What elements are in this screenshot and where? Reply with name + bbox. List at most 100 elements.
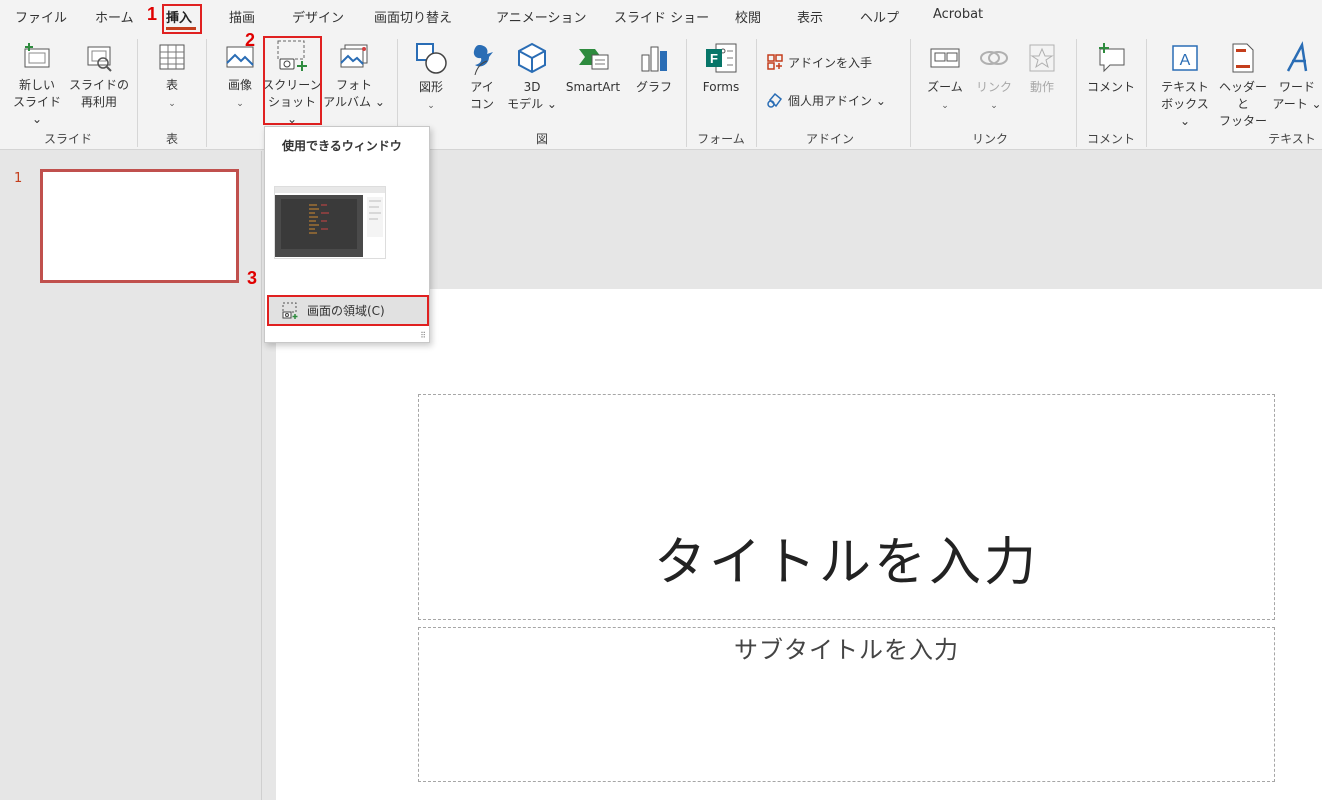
ribbon-separator [1146, 39, 1147, 147]
available-window-thumbnail[interactable] [274, 186, 386, 259]
photo-album-icon [340, 44, 368, 68]
reuse-slides-button[interactable]: スライドの 再利用 [68, 41, 130, 111]
pictures-button[interactable]: 画像 ⌄ [218, 41, 262, 113]
wordart-button[interactable]: ワード アート ⌄ [1272, 41, 1322, 113]
cube-icon [518, 42, 546, 74]
table-icon [159, 44, 185, 70]
header-footer-label-1: ヘッダーと [1218, 80, 1267, 111]
chevron-down-icon: ⌄ [427, 101, 435, 111]
textbox-label-1: テキスト [1161, 80, 1209, 94]
tab-draw[interactable]: 描画 [229, 7, 255, 26]
table-label: 表 [165, 78, 178, 92]
shapes-icon [416, 43, 447, 74]
svg-text:A: A [1180, 52, 1191, 69]
step-1-highlight [162, 4, 202, 34]
pictures-label: 画像 [227, 78, 252, 92]
addins-icon [767, 92, 783, 108]
tab-review[interactable]: 校閲 [735, 7, 761, 26]
ribbon-separator [1076, 39, 1077, 147]
photo-album-label-1: フォト [335, 78, 372, 92]
ribbon-separator [206, 39, 207, 147]
3d-models-button[interactable]: 3D モデル ⌄ [506, 41, 558, 113]
slide-canvas: タイトルを入力 サブタイトルを入力 [276, 289, 1322, 800]
icons-label-2: コン [469, 97, 494, 111]
group-label-text: テキスト [1268, 132, 1316, 146]
header-footer-icon [1232, 43, 1254, 73]
header-footer-button[interactable]: ヘッダーと フッター [1214, 41, 1272, 130]
tab-help[interactable]: ヘルプ [860, 7, 899, 26]
tab-animations[interactable]: アニメーション [496, 7, 586, 26]
bar-chart-icon [641, 46, 667, 72]
my-addins-button[interactable]: 個人用アドイン ⌄ [766, 91, 886, 109]
forms-label: Forms [702, 80, 740, 94]
reuse-slides-label-2: 再利用 [80, 95, 117, 109]
store-icon [767, 54, 783, 70]
new-slide-button[interactable]: 新しい スライド ⌄ [8, 41, 66, 128]
title-placeholder[interactable]: タイトルを入力 [418, 394, 1275, 620]
forms-button[interactable]: F Forms [694, 41, 748, 96]
tab-acrobat[interactable]: Acrobat [933, 7, 983, 22]
step-2-marker: 2 [245, 30, 256, 50]
icons-icon [473, 45, 493, 75]
3d-models-label-2: モデル ⌄ [507, 97, 557, 111]
svg-text:F: F [710, 51, 718, 66]
reuse-slides-label-1: スライドの [68, 78, 129, 92]
screen-clipping-menu-item[interactable]: 画面の領域(C) [267, 295, 429, 326]
slide-thumbnail-pane: 1 [0, 151, 262, 800]
chart-label: グラフ [635, 80, 672, 94]
get-addins-label: アドインを入手 [788, 55, 873, 70]
link-label: リンク [975, 80, 1012, 94]
forms-icon: F [706, 43, 737, 73]
slide-number: 1 [14, 171, 23, 186]
wordart-label-2: アート ⌄ [1272, 97, 1322, 111]
chevron-down-icon: ⌄ [941, 101, 949, 111]
chart-button[interactable]: グラフ [632, 41, 676, 96]
textbox-label-2: ボックス ⌄ [1161, 97, 1209, 128]
get-addins-button[interactable]: アドインを入手 [766, 53, 872, 71]
action-label: 動作 [1029, 80, 1054, 94]
action-button[interactable]: 動作 [1020, 41, 1064, 96]
group-label-forms: フォーム [697, 132, 745, 146]
resize-grip-icon[interactable]: ⠿ [420, 331, 426, 340]
subtitle-placeholder[interactable]: サブタイトルを入力 [418, 627, 1275, 782]
tab-slideshow[interactable]: スライド ショー [614, 7, 709, 26]
link-button[interactable]: リンク ⌄ [972, 41, 1016, 115]
icons-label-1: アイ [470, 80, 494, 94]
my-addins-label: 個人用アドイン ⌄ [788, 93, 886, 108]
chevron-down-icon: ⌄ [990, 101, 998, 111]
new-slide-label-2: スライド ⌄ [12, 95, 61, 126]
photo-album-button[interactable]: フォト アルバム ⌄ [322, 41, 386, 111]
tab-view[interactable]: 表示 [797, 7, 823, 26]
group-label-slides: スライド [43, 132, 92, 146]
zoom-button[interactable]: ズーム ⌄ [920, 41, 970, 115]
textbox-button[interactable]: A テキスト ボックス ⌄ [1156, 41, 1214, 130]
screen-clipping-label: 画面の領域(C) [307, 304, 385, 318]
tab-design[interactable]: デザイン [292, 7, 344, 26]
link-icon [980, 51, 1008, 65]
header-footer-label-2: フッター [1218, 114, 1267, 128]
group-label-links: リンク [971, 132, 1008, 146]
smartart-icon [579, 49, 609, 70]
group-label-comments: コメント [1086, 132, 1135, 146]
icons-button[interactable]: アイ コン [460, 41, 504, 113]
comment-button[interactable]: コメント [1084, 41, 1138, 96]
ribbon-separator [910, 39, 911, 147]
ribbon-separator [756, 39, 757, 147]
slide-thumbnail[interactable] [40, 169, 239, 283]
subtitle-placeholder-text: サブタイトルを入力 [734, 636, 959, 664]
comment-label: コメント [1086, 80, 1135, 94]
tab-home[interactable]: ホーム [95, 7, 134, 26]
zoom-label: ズーム [927, 80, 963, 94]
table-button[interactable]: 表 ⌄ [150, 41, 194, 113]
smartart-button[interactable]: SmartArt [560, 41, 626, 96]
shapes-label: 図形 [418, 80, 443, 94]
shapes-button[interactable]: 図形 ⌄ [408, 41, 454, 115]
ribbon-separator [686, 39, 687, 147]
group-label-table: 表 [165, 132, 178, 146]
step-2-highlight [263, 36, 322, 125]
tab-file[interactable]: ファイル [15, 7, 67, 26]
window-preview-icon [275, 187, 385, 258]
3d-models-label-1: 3D [523, 80, 541, 94]
step-3-marker: 3 [247, 268, 258, 288]
tab-transitions[interactable]: 画面切り替え [374, 7, 452, 26]
